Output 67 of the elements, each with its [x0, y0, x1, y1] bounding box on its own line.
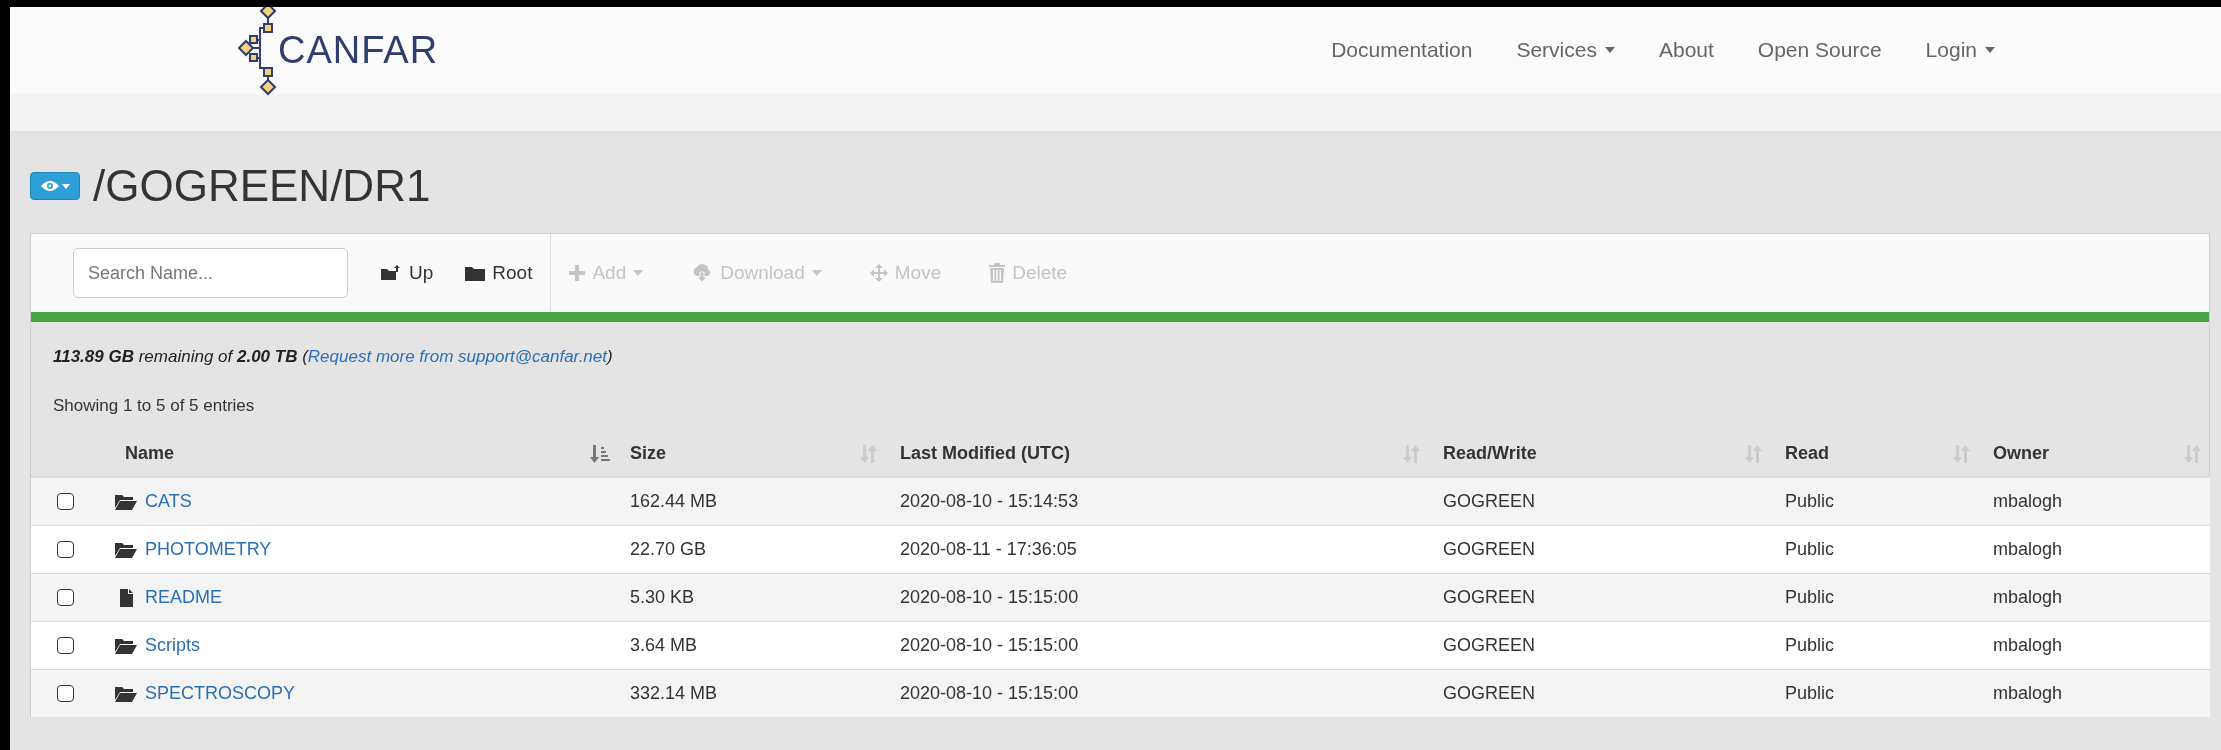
group-cell: GOGREEN	[1443, 587, 1535, 608]
permission-cell: Public	[1785, 635, 1835, 656]
column-header[interactable]: Last Modified (UTC)	[900, 443, 1070, 464]
column-header[interactable]: Name	[125, 443, 175, 464]
move-icon	[869, 264, 888, 282]
owner-cell: mbalogh	[1993, 587, 2063, 608]
entries-info: Showing 1 to 5 of 5 entries	[53, 396, 256, 416]
support-link[interactable]: Request more from support@canfar.net	[307, 347, 607, 366]
row-checkbox[interactable]	[57, 685, 74, 702]
permission-cell: Public	[1785, 587, 1835, 608]
column-header[interactable]: Read/Write	[1443, 443, 1537, 464]
file-link[interactable]: PHOTOMETRY	[145, 539, 272, 560]
page-title: /GOGREEN/DR1	[93, 161, 431, 211]
plus-icon	[569, 265, 586, 281]
nav-link[interactable]: Documentation	[1331, 38, 1473, 62]
file-link[interactable]: Scripts	[145, 635, 200, 656]
column-header[interactable]: Owner	[1993, 443, 2049, 464]
permission-cell: Public	[1785, 539, 1835, 560]
nav-link[interactable]: About	[1658, 38, 1714, 62]
toolbar-button[interactable]: Up	[380, 262, 434, 284]
nav-link[interactable]: Services	[1516, 38, 1615, 62]
date-cell: 2020-08-10 - 15:15:00	[900, 587, 1079, 608]
owner-cell: mbalogh	[1993, 491, 2063, 512]
toolbar-button[interactable]: Root	[465, 262, 533, 284]
row-checkbox[interactable]	[57, 493, 74, 510]
size-cell: 3.64 MB	[630, 635, 698, 656]
folder-icon	[115, 493, 137, 510]
view-menu-button[interactable]	[30, 172, 80, 200]
folder-icon	[115, 685, 137, 702]
search-field[interactable]: Search Name...	[73, 248, 348, 298]
date-cell: 2020-08-11 - 17:36:05	[900, 539, 1077, 560]
folder-icon	[465, 265, 486, 281]
logo-text: CANFAR	[278, 28, 439, 72]
owner-cell: mbalogh	[1993, 635, 2063, 656]
size-cell: 5.30 KB	[630, 587, 695, 608]
file-link[interactable]: SPECTROSCOPY	[145, 683, 296, 704]
row-checkbox[interactable]	[57, 541, 74, 558]
group-cell: GOGREEN	[1443, 683, 1535, 704]
size-cell: 162.44 MB	[630, 491, 718, 512]
column-header[interactable]: Read	[1785, 443, 1829, 464]
size-cell: 332.14 MB	[630, 683, 718, 704]
folder-up-icon	[380, 264, 402, 282]
owner-cell: mbalogh	[1993, 539, 2063, 560]
owner-cell: mbalogh	[1993, 683, 2063, 704]
row-checkbox[interactable]	[57, 589, 74, 606]
date-cell: 2020-08-10 - 15:15:00	[900, 683, 1079, 704]
group-cell: GOGREEN	[1443, 491, 1535, 512]
permission-cell: Public	[1785, 491, 1835, 512]
file-link[interactable]: CATS	[145, 491, 192, 512]
date-cell: 2020-08-10 - 15:14:53	[900, 491, 1079, 512]
group-cell: GOGREEN	[1443, 635, 1535, 656]
caret-icon	[61, 183, 70, 189]
nav-link[interactable]: Login	[1925, 38, 1995, 62]
folder-icon	[115, 637, 137, 654]
nav-link[interactable]: Open Source	[1757, 38, 1882, 62]
file-link[interactable]: README	[145, 587, 222, 608]
eye-icon	[40, 180, 59, 192]
sort-ascending-icon[interactable]	[590, 445, 610, 463]
folder-icon	[115, 541, 137, 558]
column-header[interactable]: Size	[630, 443, 667, 464]
size-cell: 22.70 GB	[630, 539, 707, 560]
quota-text: 113.89 GB remaining of 2.00 TB (Request more from support@canfar.net)	[53, 347, 614, 367]
date-cell: 2020-08-10 - 15:15:00	[900, 635, 1079, 656]
group-cell: GOGREEN	[1443, 539, 1535, 560]
row-checkbox[interactable]	[57, 637, 74, 654]
trash-icon	[989, 263, 1006, 283]
permission-cell: Public	[1785, 683, 1835, 704]
